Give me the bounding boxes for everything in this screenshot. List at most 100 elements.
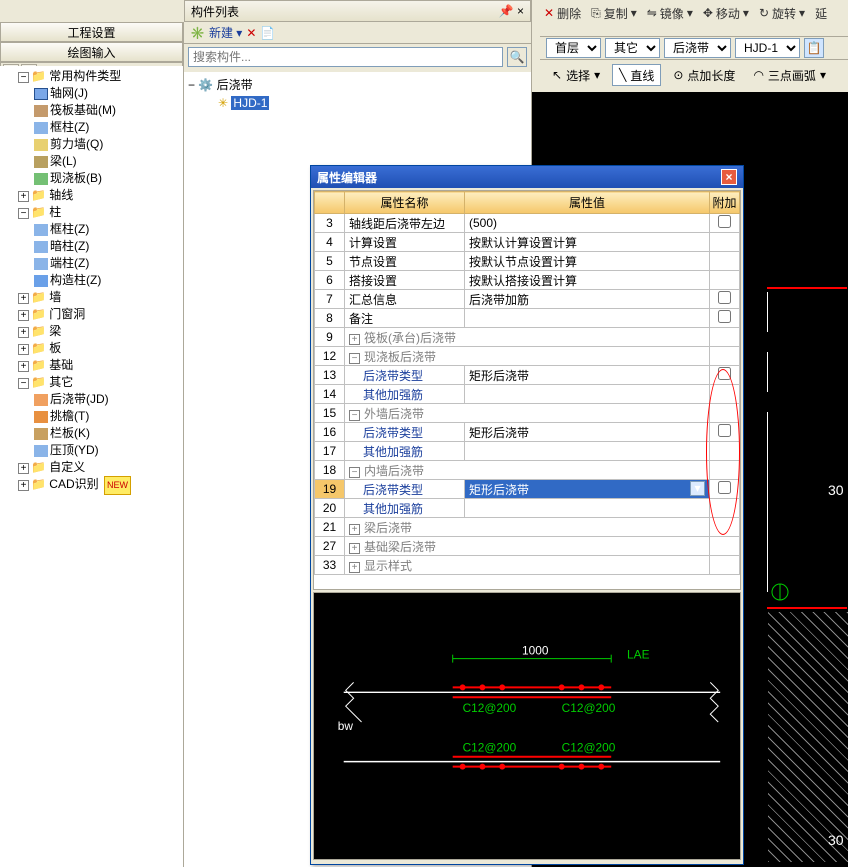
expander-icon[interactable]: − xyxy=(349,467,360,478)
expander-icon[interactable]: + xyxy=(349,334,360,345)
tree-cantilever[interactable]: 挑檐(T) xyxy=(34,408,181,425)
property-row[interactable]: 20其他加强筋 xyxy=(315,499,740,518)
tree-frame-column2[interactable]: 框柱(Z) xyxy=(34,221,181,238)
expander-icon[interactable]: + xyxy=(18,361,29,372)
component-search-input[interactable] xyxy=(188,47,503,67)
property-row[interactable]: 27+基础梁后浇带 xyxy=(315,537,740,556)
point-length-tool[interactable]: ⊙点加长度 xyxy=(667,64,741,86)
expander-icon[interactable]: + xyxy=(18,327,29,338)
property-row[interactable]: 3轴线距后浇带左边(500) xyxy=(315,214,740,233)
property-value[interactable]: 后浇带加筋 xyxy=(465,290,710,309)
copy-icon[interactable]: 📄 xyxy=(260,26,275,40)
expander-icon[interactable]: + xyxy=(18,310,29,321)
property-row[interactable]: 8备注 xyxy=(315,309,740,328)
dialog-titlebar[interactable]: 属性编辑器 × xyxy=(311,166,743,188)
expander-icon[interactable]: + xyxy=(18,463,29,474)
tree-column[interactable]: 柱 xyxy=(49,205,61,219)
property-row[interactable]: 33+显示样式 xyxy=(315,556,740,575)
property-row[interactable]: 6搭接设置按默认搭接设置计算 xyxy=(315,271,740,290)
property-value[interactable] xyxy=(465,499,710,518)
tab-draw-input[interactable]: 绘图输入 xyxy=(0,42,183,62)
tree-axis-line[interactable]: 轴线 xyxy=(49,188,73,202)
expander-icon[interactable]: − xyxy=(18,378,29,389)
extra-checkbox[interactable] xyxy=(718,424,731,437)
expander-icon[interactable]: + xyxy=(18,480,29,491)
tree-struct-column[interactable]: 构造柱(Z) xyxy=(34,272,181,289)
tree-beam2[interactable]: 梁 xyxy=(49,324,61,338)
tree-slab[interactable]: 板 xyxy=(49,341,61,355)
item-select[interactable]: HJD-1 xyxy=(735,38,800,58)
extra-checkbox[interactable] xyxy=(718,215,731,228)
tree-beam[interactable]: 梁(L) xyxy=(34,153,181,170)
expander-icon[interactable]: − xyxy=(349,410,360,421)
expander-icon[interactable]: − xyxy=(18,72,29,83)
search-icon[interactable]: 🔍 xyxy=(507,47,527,67)
expander-icon[interactable]: + xyxy=(18,191,29,202)
tree-foundation[interactable]: 基础 xyxy=(49,358,73,372)
property-row[interactable]: 5节点设置按默认节点设置计算 xyxy=(315,252,740,271)
tree-post-cast-strip[interactable]: 后浇带(JD) xyxy=(34,391,181,408)
property-value[interactable]: 按默认计算设置计算 xyxy=(465,233,710,252)
extra-checkbox[interactable] xyxy=(718,481,731,494)
expander-icon[interactable]: + xyxy=(349,562,360,573)
component-tree-item[interactable]: ✳ HJD-1 xyxy=(188,94,527,112)
property-row[interactable]: 16后浇带类型矩形后浇带 xyxy=(315,423,740,442)
extra-checkbox[interactable] xyxy=(718,367,731,380)
property-row[interactable]: 18−内墙后浇带 xyxy=(315,461,740,480)
properties-icon[interactable]: 📋 xyxy=(804,38,824,58)
property-value[interactable]: 矩形后浇带 xyxy=(465,423,710,442)
rotate-button[interactable]: ↻旋转 ▾ xyxy=(755,4,809,22)
delete-button[interactable]: ✕删除 xyxy=(540,4,585,22)
tree-shear-wall[interactable]: 剪力墙(Q) xyxy=(34,136,181,153)
floor-select[interactable]: 首层 xyxy=(546,38,601,58)
expander-icon[interactable]: − xyxy=(188,78,195,92)
property-row[interactable]: 7汇总信息后浇带加筋 xyxy=(315,290,740,309)
tree-raft-foundation[interactable]: 筏板基础(M) xyxy=(34,102,181,119)
property-row[interactable]: 15−外墙后浇带 xyxy=(315,404,740,423)
tree-railing[interactable]: 栏板(K) xyxy=(34,425,181,442)
expander-icon[interactable]: − xyxy=(349,353,360,364)
property-value[interactable]: 矩形后浇带▾ xyxy=(465,480,710,499)
mirror-button[interactable]: ⇋镜像 ▾ xyxy=(643,4,697,22)
property-value[interactable]: 矩形后浇带 xyxy=(465,366,710,385)
category-select[interactable]: 其它 xyxy=(605,38,660,58)
expander-icon[interactable]: + xyxy=(18,293,29,304)
expander-icon[interactable]: + xyxy=(349,543,360,554)
extra-checkbox[interactable] xyxy=(718,310,731,323)
tree-door-window[interactable]: 门窗洞 xyxy=(49,307,85,321)
dropdown-icon[interactable]: ▾ xyxy=(690,481,705,496)
extra-checkbox[interactable] xyxy=(718,291,731,304)
property-row[interactable]: 14其他加强筋 xyxy=(315,385,740,404)
move-button[interactable]: ✥移动 ▾ xyxy=(699,4,753,22)
tree-cap[interactable]: 压顶(YD) xyxy=(34,442,181,459)
expander-icon[interactable]: + xyxy=(349,524,360,535)
property-row[interactable]: 17其他加强筋 xyxy=(315,442,740,461)
property-value[interactable] xyxy=(465,385,710,404)
tree-wall[interactable]: 墙 xyxy=(49,290,61,304)
property-row[interactable]: 19后浇带类型矩形后浇带▾ xyxy=(315,480,740,499)
new-component-button[interactable]: 新建 ▾ xyxy=(209,24,242,41)
tree-frame-column[interactable]: 框柱(Z) xyxy=(34,119,181,136)
property-row[interactable]: 21+梁后浇带 xyxy=(315,518,740,537)
tree-cad-recognition[interactable]: CAD识别 xyxy=(49,477,98,491)
tree-root[interactable]: 常用构件类型 xyxy=(49,69,121,83)
property-row[interactable]: 12−现浇板后浇带 xyxy=(315,347,740,366)
expander-icon[interactable]: − xyxy=(18,208,29,219)
tree-custom[interactable]: 自定义 xyxy=(49,460,85,474)
property-row[interactable]: 13后浇带类型矩形后浇带 xyxy=(315,366,740,385)
tree-dark-column[interactable]: 暗柱(Z) xyxy=(34,238,181,255)
line-tool[interactable]: ╲直线 xyxy=(612,64,661,86)
extend-button[interactable]: 延 xyxy=(811,4,831,22)
property-value[interactable] xyxy=(465,442,710,461)
tree-end-column[interactable]: 端柱(Z) xyxy=(34,255,181,272)
select-tool[interactable]: ↖选择 ▾ xyxy=(546,64,606,86)
property-value[interactable] xyxy=(465,309,710,328)
close-icon[interactable]: × xyxy=(721,169,737,185)
tab-project-settings[interactable]: 工程设置 xyxy=(0,22,183,42)
copy-button[interactable]: ⎘复制 ▾ xyxy=(587,4,641,22)
component-tree-root[interactable]: − ⚙️ 后浇带 xyxy=(188,76,527,94)
property-row[interactable]: 4计算设置按默认计算设置计算 xyxy=(315,233,740,252)
three-point-arc-tool[interactable]: ◠三点画弧 ▾ xyxy=(747,64,832,86)
property-value[interactable]: 按默认搭接设置计算 xyxy=(465,271,710,290)
property-value[interactable]: (500) xyxy=(465,214,710,233)
